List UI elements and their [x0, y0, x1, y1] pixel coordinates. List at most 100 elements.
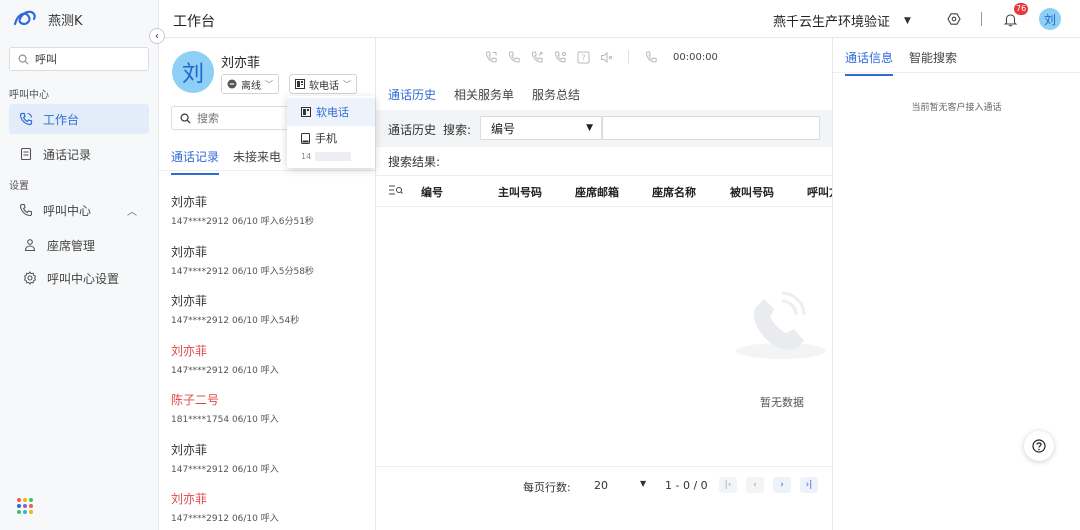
rows-per-page-value[interactable]: 20 [594, 479, 608, 492]
document-icon [20, 147, 32, 161]
answer-call-icon[interactable] [484, 50, 498, 64]
sidebar-search-input[interactable] [35, 52, 135, 66]
agent-name: 刘亦菲 [221, 56, 261, 71]
agent-search-input[interactable] [197, 111, 277, 125]
question-box-icon[interactable]: ? [576, 50, 590, 64]
strip-title: 通话历史 [388, 123, 437, 137]
hexagon-settings-icon[interactable] [945, 10, 963, 28]
search-value-input[interactable] [603, 117, 819, 139]
first-page-button[interactable]: |‹ [719, 477, 737, 493]
tab-service-summary[interactable]: 服务总结 [532, 86, 580, 112]
logo-icon [13, 10, 36, 26]
mobile-number-prefix: 14 [301, 152, 312, 161]
list-item[interactable]: 刘亦菲 147****2912 06/10 呼入 [171, 342, 371, 392]
call-toolbar: ? 00:00:00 [484, 50, 718, 64]
sidebar-item-label: 座席管理 [47, 238, 96, 253]
section-call-center: 呼叫中心 [9, 90, 49, 101]
call-meta: 147****2912 06/10 呼入54秒 [171, 316, 300, 326]
rows-per-page-label: 每页行数: [523, 481, 571, 494]
menu-item-label: 手机 [315, 132, 337, 145]
next-page-button[interactable]: › [773, 477, 791, 493]
search-icon [180, 113, 191, 124]
pagination: 每页行数: 20 ▼ 1 - 0 / 0 |‹ ‹ › ›| [376, 466, 832, 502]
environment-selector[interactable]: 燕千云生产环境验证 ▼ [773, 11, 911, 30]
section-settings: 设置 [9, 181, 29, 192]
call-meta: 147****2912 06/10 呼入 [171, 514, 279, 524]
search-icon [18, 54, 29, 64]
device-label: 软电话 [309, 80, 339, 92]
toolbar-divider [628, 50, 629, 64]
caller-name: 刘亦菲 [171, 294, 208, 308]
transfer-call-icon[interactable] [530, 50, 544, 64]
gear-icon [23, 271, 37, 285]
center-tabs: 通话历史 相关服务单 服务总结 [388, 86, 580, 112]
last-page-button[interactable]: ›| [800, 477, 818, 493]
environment-name: 燕千云生产环境验证 [773, 15, 891, 30]
caller-name: 陈子二号 [171, 393, 220, 407]
list-item[interactable]: 刘亦菲 147****2912 06/10 呼入 [171, 441, 371, 491]
phone-icon [19, 203, 33, 217]
caret-down-icon[interactable]: ▼ [640, 479, 646, 488]
sidebar-item-label: 通话记录 [43, 147, 92, 162]
search-field-select[interactable]: 编号 ▼ [480, 116, 602, 140]
empty-state-text: 暂无数据 [760, 396, 804, 409]
sidebar-item-seat-management[interactable]: 座席管理 [9, 230, 149, 260]
mute-icon[interactable] [599, 50, 613, 64]
agent-status-label: 离线 [241, 80, 261, 92]
help-icon [1032, 439, 1046, 453]
top-bar: 工作台 燕千云生产环境验证 ▼ 76 刘 [159, 0, 1080, 38]
call-meta: 147****2912 06/10 呼入 [171, 365, 279, 376]
svg-text:?: ? [581, 53, 585, 62]
sidebar-item-call-center-settings[interactable]: 呼叫中心设置 [9, 263, 149, 293]
softphone-icon [301, 107, 311, 117]
search-value-field[interactable] [602, 116, 820, 140]
list-item[interactable]: 刘亦菲 147****2912 06/10 呼入54秒 [171, 292, 371, 342]
menu-item-softphone[interactable]: 软电话 [287, 98, 375, 126]
chevron-down-icon: ﹀ [343, 79, 351, 89]
list-item[interactable]: 刘亦菲 147****2912 06/10 呼入 [171, 490, 371, 530]
sidebar-item-call-records[interactable]: 通话记录 [9, 139, 149, 169]
list-item[interactable]: 刘亦菲 147****2912 06/10 呼入6分51秒 [171, 193, 371, 243]
prev-page-button[interactable]: ‹ [746, 477, 764, 493]
table-header-border [376, 175, 832, 207]
right-tabs-divider [833, 72, 1080, 73]
hangup-icon[interactable] [507, 50, 521, 64]
user-avatar[interactable]: 刘 [1039, 8, 1061, 30]
sidebar-item-label: 呼叫中心设置 [47, 271, 120, 286]
agent-status-select[interactable]: 离线 ﹀ [221, 74, 279, 94]
call-timer-icon [644, 50, 658, 64]
help-button[interactable] [1024, 431, 1054, 461]
call-list: 刘亦菲 147****2912 06/10 呼入6分51秒 刘亦菲 147***… [171, 193, 371, 530]
collapse-sidebar-button[interactable]: ‹ [149, 28, 165, 44]
page-title: 工作台 [173, 14, 215, 30]
sidebar: 燕测K 呼叫中心 工作台 通话记录 设置 呼叫中心 ︿ 座席管理 呼叫中心设置 [0, 0, 159, 530]
device-select[interactable]: 软电话 ﹀ [289, 74, 357, 94]
list-item[interactable]: 刘亦菲 147****2912 06/10 呼入5分58秒 [171, 243, 371, 293]
tab-call-history[interactable]: 通话历史 [388, 86, 437, 112]
consult-call-icon[interactable] [553, 50, 567, 64]
call-meta: 147****2912 06/10 呼入5分58秒 [171, 266, 314, 277]
menu-item-label: 软电话 [316, 106, 349, 119]
empty-phone-illustration [736, 291, 826, 359]
app-logo[interactable]: 燕测K [12, 9, 83, 29]
sidebar-item-call-center[interactable]: 呼叫中心 ︿ [9, 195, 149, 225]
app-grid-icon[interactable] [17, 498, 33, 514]
chevron-down-icon: ﹀ [265, 79, 273, 89]
caller-name: 刘亦菲 [171, 442, 208, 457]
notification-badge: 76 [1014, 3, 1029, 15]
caret-down-icon: ▼ [586, 123, 593, 133]
list-item[interactable]: 陈子二号 181****1754 06/10 呼入 [171, 391, 371, 441]
chevron-up-icon: ︿ [127, 206, 137, 218]
sidebar-item-workbench[interactable]: 工作台 [9, 104, 149, 134]
top-divider [981, 12, 982, 26]
app-name: 燕测K [48, 13, 83, 29]
phone-icon [19, 112, 33, 126]
user-group-icon [24, 239, 36, 252]
app-root: 燕测K 呼叫中心 工作台 通话记录 设置 呼叫中心 ︿ 座席管理 呼叫中心设置 [0, 0, 1080, 530]
menu-item-mobile[interactable]: 手机 [287, 130, 375, 146]
call-timer: 00:00:00 [673, 51, 718, 63]
tab-related-service-orders[interactable]: 相关服务单 [454, 86, 514, 112]
right-panel: 通话信息 智能搜索 当前暂无客户接入通话 [833, 38, 1080, 530]
search-label: 搜索: [443, 123, 472, 137]
call-meta: 181****1754 06/10 呼入 [171, 415, 279, 425]
